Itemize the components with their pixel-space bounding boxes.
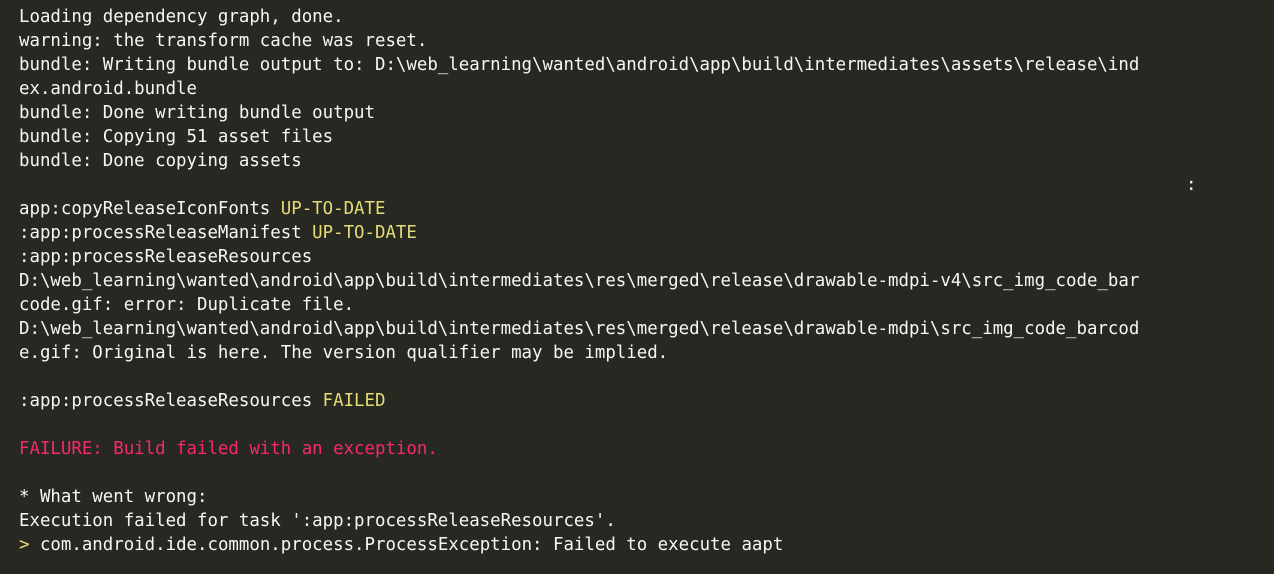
log-line: bundle: Done copying assets [19, 151, 302, 171]
log-line: * What went wrong: [19, 487, 208, 507]
log-line: bundle: Copying 51 asset files [19, 127, 334, 147]
log-line: ex.android.bundle [19, 79, 197, 99]
log-line: D:\web_learning\wanted\android\app\build… [19, 319, 1140, 339]
task-line: app:copyReleaseIconFonts UP-TO-DATE [19, 197, 1274, 221]
log-line: bundle: Done writing bundle output [19, 103, 375, 123]
chevron-right-icon: > [19, 535, 30, 555]
task-status-badge: UP-TO-DATE [312, 223, 417, 243]
task-status-badge: UP-TO-DATE [280, 199, 386, 219]
task-line: :app:processReleaseResources FAILED [19, 389, 1274, 413]
failure-message: FAILURE: Build failed with an exception. [19, 439, 438, 459]
log-line: :app:processReleaseResources [19, 247, 313, 267]
task-name: :app:processReleaseManifest [19, 223, 313, 243]
log-line: e.gif: Original is here. The version qua… [19, 343, 669, 363]
task-line: :app:processReleaseManifest UP-TO-DATE [19, 221, 1274, 245]
task-name: :app:processReleaseResources [19, 391, 323, 411]
log-line: code.gif: error: Duplicate file. [19, 295, 355, 315]
log-line: D:\web_learning\wanted\android\app\build… [19, 271, 1140, 291]
log-line: warning: the transform cache was reset. [19, 31, 428, 51]
log-line: bundle: Writing bundle output to: D:\web… [19, 55, 1140, 75]
log-line: Loading dependency graph, done. [19, 7, 344, 27]
task-name: app:copyReleaseIconFonts [19, 199, 281, 219]
exception-line: > com.android.ide.common.process.Process… [19, 533, 1274, 557]
log-line: Execution failed for task ':app:processR… [19, 511, 616, 531]
exception-text: com.android.ide.common.process.ProcessEx… [29, 535, 784, 555]
terminal-output[interactable]: Loading dependency graph, done. warning:… [0, 0, 1274, 574]
task-status-badge: FAILED [322, 391, 386, 411]
log-line: : [1186, 175, 1197, 195]
